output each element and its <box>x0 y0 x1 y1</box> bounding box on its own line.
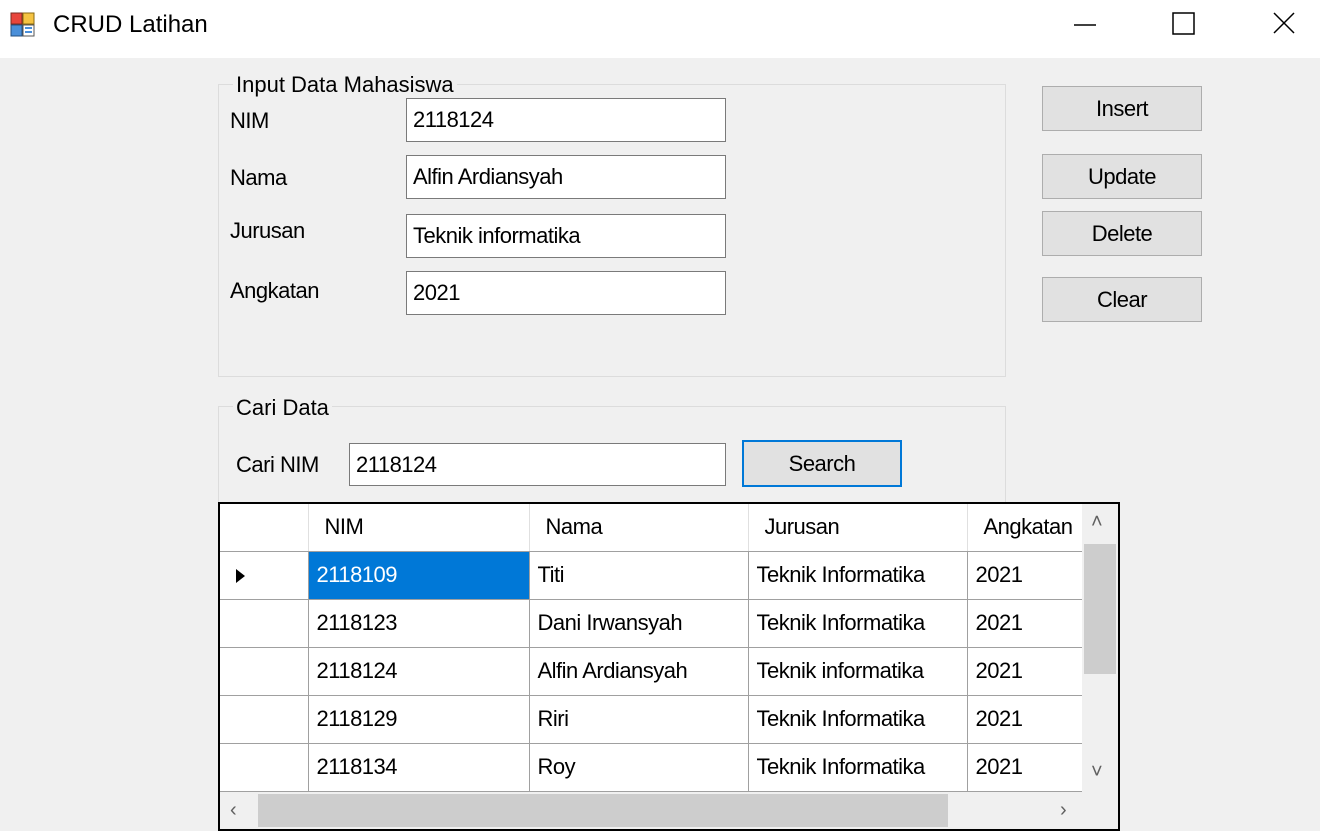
cell-nama[interactable]: Dani Irwansyah <box>529 599 749 648</box>
nama-label: Nama <box>230 165 287 190</box>
nama-input[interactable] <box>406 155 726 199</box>
maximize-icon <box>1172 12 1195 35</box>
cell-nim[interactable]: 2118134 <box>308 743 530 792</box>
cell-jurusan[interactable]: Teknik Informatika <box>748 551 968 600</box>
nim-label: NIM <box>230 108 269 133</box>
window-title: CRUD Latihan <box>53 11 208 38</box>
cell-jurusan[interactable]: Teknik Informatika <box>748 743 968 792</box>
column-header-nama[interactable]: Nama <box>529 504 749 552</box>
cell-nim[interactable]: 2118129 <box>308 695 530 744</box>
table-row[interactable]: 2118123 Dani Irwansyah Teknik Informatik… <box>220 599 1101 648</box>
mahasiswa-data-grid[interactable]: NIM Nama Jurusan Angkatan 2118109 Titi T… <box>218 502 1120 831</box>
chevron-down-icon[interactable]: ˅ <box>1091 762 1103 782</box>
angkatan-label: Angkatan <box>230 278 319 303</box>
cell-nama[interactable]: Alfin Ardiansyah <box>529 647 749 696</box>
grid-corner-header[interactable] <box>220 504 309 552</box>
cari-nim-label: Cari NIM <box>236 452 319 477</box>
row-header[interactable] <box>220 695 309 744</box>
scrollbar-corner <box>1082 792 1118 829</box>
table-row[interactable]: 2118129 Riri Teknik Informatika 2021 <box>220 695 1101 744</box>
delete-button[interactable]: Delete <box>1042 211 1202 256</box>
search-button[interactable]: Search <box>742 440 902 487</box>
close-button[interactable] <box>1236 0 1320 48</box>
cell-angkatan[interactable]: 2021 <box>967 647 1101 696</box>
jurusan-label: Jurusan <box>230 218 305 243</box>
cell-nim[interactable]: 2118123 <box>308 599 530 648</box>
column-header-nim[interactable]: NIM <box>308 504 530 552</box>
cell-angkatan[interactable]: 2021 <box>967 695 1101 744</box>
table-row[interactable]: 2118109 Titi Teknik Informatika 2021 <box>220 551 1101 600</box>
angkatan-input[interactable] <box>406 271 726 315</box>
chevron-up-icon[interactable]: ˄ <box>1091 512 1103 532</box>
row-header[interactable] <box>220 743 309 792</box>
row-header[interactable] <box>220 599 309 648</box>
cell-angkatan[interactable]: 2021 <box>967 743 1101 792</box>
input-data-legend: Input Data Mahasiswa <box>233 73 457 97</box>
nim-input[interactable] <box>406 98 726 142</box>
row-header[interactable] <box>220 551 309 600</box>
cell-jurusan[interactable]: Teknik Informatika <box>748 599 968 648</box>
column-header-angkatan[interactable]: Angkatan <box>967 504 1101 552</box>
cell-angkatan[interactable]: 2021 <box>967 551 1101 600</box>
cell-nim[interactable]: 2118109 <box>308 551 530 600</box>
grid-header-row: NIM Nama Jurusan Angkatan <box>220 504 1101 552</box>
row-indicator-arrow-icon <box>236 568 245 583</box>
table-row[interactable]: 2118124 Alfin Ardiansyah Teknik informat… <box>220 647 1101 696</box>
jurusan-input[interactable] <box>406 214 726 258</box>
vertical-scroll-thumb[interactable] <box>1084 544 1116 674</box>
cell-angkatan[interactable]: 2021 <box>967 599 1101 648</box>
table-row[interactable]: 2118134 Roy Teknik Informatika 2021 <box>220 743 1101 792</box>
search-legend: Cari Data <box>233 396 332 420</box>
column-header-jurusan[interactable]: Jurusan <box>748 504 968 552</box>
cell-nama[interactable]: Roy <box>529 743 749 792</box>
row-header[interactable] <box>220 647 309 696</box>
chevron-right-icon[interactable]: › <box>1060 800 1067 820</box>
form-app-icon <box>10 12 35 37</box>
insert-button[interactable]: Insert <box>1042 86 1202 131</box>
minimize-button[interactable] <box>1036 0 1132 48</box>
chevron-left-icon[interactable]: ‹ <box>230 800 237 820</box>
grid-table: NIM Nama Jurusan Angkatan 2118109 Titi T… <box>220 504 1101 792</box>
cell-nim[interactable]: 2118124 <box>308 647 530 696</box>
clear-button[interactable]: Clear <box>1042 277 1202 322</box>
cell-jurusan[interactable]: Teknik Informatika <box>748 695 968 744</box>
close-icon <box>1273 12 1295 34</box>
horizontal-scrollbar[interactable]: ‹ › <box>220 792 1082 829</box>
update-button[interactable]: Update <box>1042 154 1202 199</box>
cari-nim-input[interactable] <box>349 443 726 486</box>
maximize-button[interactable] <box>1136 0 1232 48</box>
cell-nama[interactable]: Titi <box>529 551 749 600</box>
cell-nama[interactable]: Riri <box>529 695 749 744</box>
cell-jurusan[interactable]: Teknik informatika <box>748 647 968 696</box>
minimize-icon <box>1074 24 1096 26</box>
horizontal-scroll-thumb[interactable] <box>258 794 948 827</box>
vertical-scrollbar[interactable]: ˄ ˅ <box>1082 504 1118 792</box>
title-bar[interactable]: CRUD Latihan <box>0 0 1320 58</box>
